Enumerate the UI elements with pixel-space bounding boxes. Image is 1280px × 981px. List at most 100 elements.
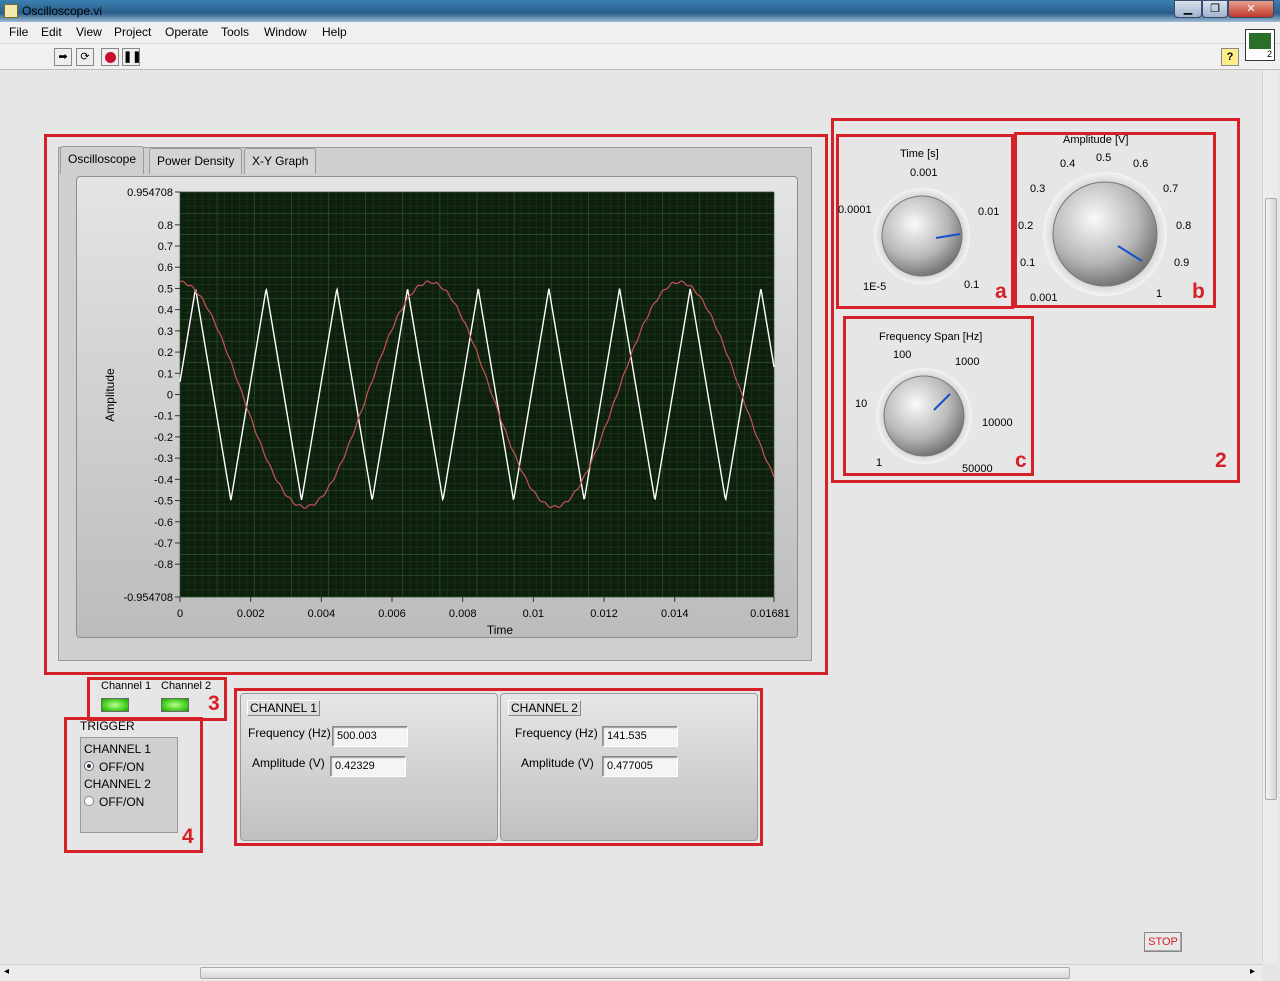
annotation-number-2: 2 (1215, 449, 1227, 472)
menu-operate[interactable]: Operate (165, 25, 208, 39)
annotation-letter-c: c (1015, 449, 1027, 472)
stop-button[interactable]: STOP (1144, 932, 1182, 952)
y-tick-label: 0.954708 (127, 187, 173, 199)
menu-project[interactable]: Project (114, 25, 151, 39)
amp-tick-0.8: 0.8 (1176, 220, 1192, 232)
toolbar (0, 44, 1280, 70)
close-button[interactable]: ✕ (1228, 0, 1274, 18)
vi-icon-number: 2 (1266, 49, 1272, 59)
minimize-button[interactable]: ▁ (1174, 0, 1202, 18)
y-tick-label: -0.7 (154, 538, 173, 550)
y-tick-label: -0.2 (154, 432, 173, 444)
amp-tick-0.5: 0.5 (1096, 152, 1112, 164)
pause-icon[interactable]: ❚❚ (122, 48, 141, 66)
channel-1-frequency-label: Frequency (Hz) (248, 726, 331, 740)
x-axis-ticks: 0 0.002 0.004 0.006 0.008 0.01 0.012 0.014 0.016… (177, 597, 790, 620)
waveform-graph: 0.954708 0.8 0.7 0.6 0.5 0.4 0.3 0.2 0.1 0 -0.1 -0.… (103, 187, 790, 637)
amplitude-knob[interactable] (1036, 164, 1176, 298)
x-tick-label: 0.002 (237, 608, 265, 620)
menu-help[interactable]: Help (322, 25, 347, 39)
channel-2-amplitude-label: Amplitude (V) (521, 756, 594, 770)
run-continuously-icon[interactable]: ⟳ (76, 48, 94, 66)
maximize-button[interactable]: ❐ (1202, 0, 1228, 18)
menu-file[interactable]: File (9, 25, 28, 39)
trigger-channel-2-label: CHANNEL 2 (84, 777, 151, 791)
x-tick-label: 0.01 (523, 608, 544, 620)
vertical-scroll-thumb[interactable] (1265, 198, 1277, 800)
x-tick-label: 0.006 (378, 608, 406, 620)
trigger-channel-1-radio[interactable] (84, 761, 94, 771)
y-tick-label: 0.2 (158, 347, 173, 359)
y-tick-label: 0.3 (158, 326, 173, 338)
annotation-letter-a: a (995, 280, 1007, 303)
channel-1-frequency-value: 500.003 (332, 726, 408, 747)
y-tick-label: 0.4 (158, 305, 173, 317)
vertical-scrollbar[interactable] (1262, 70, 1278, 963)
y-tick-label: 0.7 (158, 241, 173, 253)
fspan-tick-10000: 10000 (982, 417, 1013, 429)
annotation-number-3: 3 (208, 692, 220, 715)
y-tick-label: -0.5 (154, 496, 173, 508)
amp-tick-0.9: 0.9 (1174, 257, 1190, 269)
freqspan-knob-label: Frequency Span [Hz] (879, 331, 983, 343)
y-tick-label: -0.6 (154, 517, 173, 529)
time-knob[interactable] (860, 180, 980, 290)
tab-xy-graph[interactable]: X-Y Graph (244, 148, 317, 174)
x-tick-label: 0.014 (661, 608, 689, 620)
channel-2-frequency-label: Frequency (Hz) (515, 726, 598, 740)
tab-oscilloscope[interactable]: Oscilloscope (60, 146, 145, 174)
menu-tools[interactable]: Tools (221, 25, 249, 39)
channel-1-led (101, 698, 129, 712)
amp-tick-0.1: 0.1 (1020, 257, 1036, 269)
menu-edit[interactable]: Edit (41, 25, 62, 39)
menu-window[interactable]: Window (264, 25, 307, 39)
scroll-right-icon[interactable]: ▸ (1250, 966, 1255, 977)
window-titlebar (0, 0, 1280, 22)
y-tick-label: 0.5 (158, 283, 173, 295)
y-tick-label: 0 (167, 390, 173, 402)
fspan-tick-100: 100 (893, 349, 912, 361)
menu-view[interactable]: View (76, 25, 102, 39)
y-tick-label: -0.3 (154, 453, 173, 465)
annotation-number-4: 4 (182, 825, 194, 848)
channel-1-amplitude-label: Amplitude (V) (252, 756, 325, 770)
channel-2-title: CHANNEL 2 (508, 700, 581, 716)
led-label-channel-1: Channel 1 (101, 680, 152, 692)
plot-grid (179, 191, 775, 598)
time-tick-0.01: 0.01 (978, 206, 1000, 218)
amp-tick-0.2: 0.2 (1018, 220, 1034, 232)
fspan-tick-10: 10 (855, 398, 868, 410)
trigger-channel-1-option[interactable]: OFF/ON (99, 760, 144, 774)
horizontal-scrollbar[interactable]: ◂ ▸ (0, 964, 1262, 981)
y-tick-label: 0.8 (158, 220, 173, 232)
x-tick-label: 0.012 (590, 608, 618, 620)
context-help-icon[interactable]: ? (1221, 48, 1239, 66)
vi-icon[interactable]: 2 (1245, 29, 1275, 61)
tab-power-density[interactable]: Power Density (149, 148, 243, 174)
y-tick-label: -0.1 (154, 411, 173, 423)
x-tick-label: 0.004 (308, 608, 336, 620)
frequency-span-knob[interactable] (870, 364, 980, 468)
amplitude-knob-label: Amplitude [V] (1063, 134, 1129, 146)
trigger-channel-2-option[interactable]: OFF/ON (99, 795, 144, 809)
run-arrow-icon[interactable]: ➡ (54, 48, 72, 66)
y-axis-ticks: 0.954708 0.8 0.7 0.6 0.5 0.4 0.3 0.2 0.1 0 -0.1 -0.… (123, 187, 180, 604)
window-title: Oscilloscope.vi (22, 4, 103, 18)
led-label-channel-2: Channel 2 (161, 680, 212, 692)
channel-2-led (161, 698, 189, 712)
channel-2-amplitude-value: 0.477005 (602, 756, 678, 777)
channel-1-title: CHANNEL 1 (247, 700, 320, 716)
x-axis-label: Time (487, 623, 514, 637)
horizontal-scroll-thumb[interactable] (200, 967, 1070, 979)
y-tick-label: 0.6 (158, 262, 173, 274)
trigger-channel-1-label: CHANNEL 1 (84, 742, 151, 756)
scroll-left-icon[interactable]: ◂ (4, 966, 9, 977)
labview-app-icon (4, 4, 18, 18)
trigger-title: TRIGGER (80, 719, 135, 733)
x-tick-label: 0 (177, 608, 183, 620)
abort-icon[interactable] (101, 48, 119, 66)
y-tick-label: -0.4 (154, 474, 173, 486)
x-tick-label: 0.01681 (750, 608, 790, 620)
trigger-channel-2-radio[interactable] (84, 796, 94, 806)
y-tick-label: -0.8 (154, 559, 173, 571)
